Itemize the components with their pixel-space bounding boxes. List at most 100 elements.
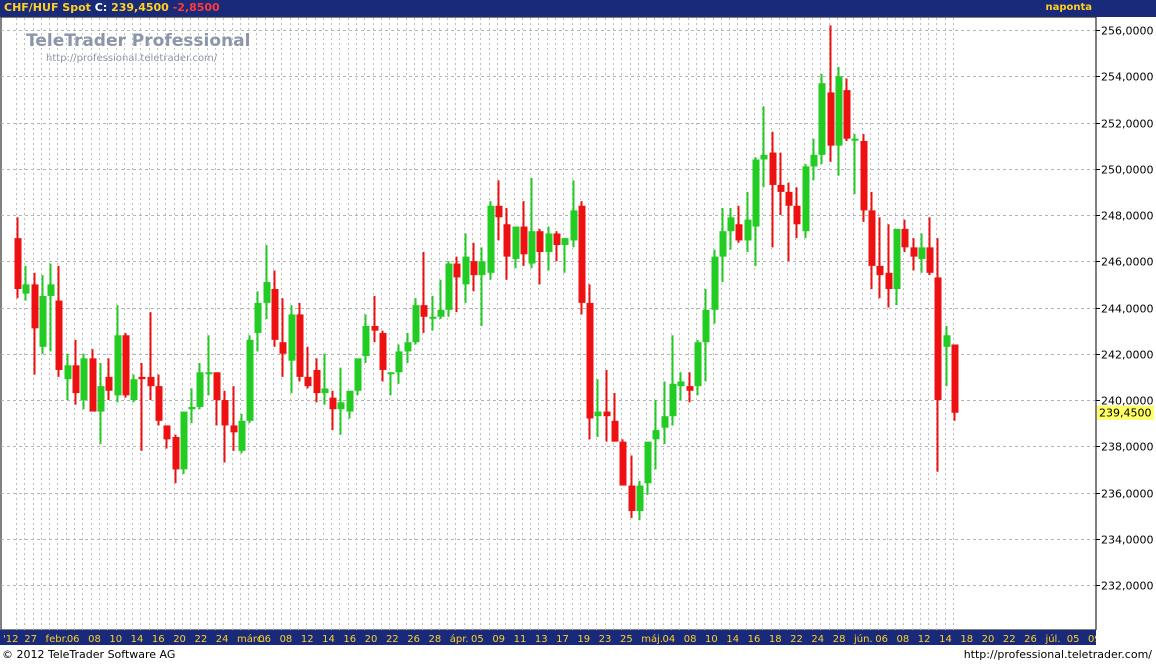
candle-body bbox=[478, 261, 486, 276]
x-tick-label: 09 bbox=[492, 634, 505, 645]
candle-body bbox=[885, 272, 893, 289]
x-tick-label: 08 bbox=[684, 634, 697, 645]
candle-body bbox=[652, 430, 660, 440]
candle-body bbox=[362, 326, 370, 357]
candle-body bbox=[520, 226, 528, 255]
x-tick-label: 06 bbox=[67, 634, 80, 645]
candle-body bbox=[64, 365, 72, 380]
candle-body bbox=[371, 326, 379, 331]
candle-body bbox=[279, 342, 287, 354]
y-tick-label: 244,0000 bbox=[1101, 303, 1154, 316]
period-label[interactable]: naponta bbox=[1045, 2, 1092, 13]
x-axis: '12 27 febr.06 08 10 14 16 20 22 24 márc.06 08 12 14 1… bbox=[3, 633, 1101, 645]
candle-body bbox=[686, 386, 694, 391]
x-tick-label: 12 bbox=[301, 634, 314, 645]
candle-body bbox=[876, 265, 884, 276]
y-tick-label: 256,0000 bbox=[1101, 25, 1154, 38]
candle-body bbox=[246, 339, 254, 421]
candle-body bbox=[321, 388, 329, 394]
x-tick-label: 14 bbox=[726, 634, 739, 645]
candle-body bbox=[918, 247, 926, 259]
y-tick-label: 246,0000 bbox=[1101, 256, 1154, 269]
candle-body bbox=[105, 376, 113, 391]
title-bar: CHF/HUF Spot C: 239,4500 -2,8500 naponta bbox=[0, 0, 1156, 17]
candle-body bbox=[495, 205, 503, 218]
candle-body bbox=[910, 247, 918, 257]
candle bbox=[445, 261, 453, 317]
candle-body bbox=[561, 238, 569, 246]
change-value: -2,8500 bbox=[172, 1, 220, 14]
candle-body bbox=[694, 342, 702, 387]
x-tick-label: 14 bbox=[322, 634, 335, 645]
candle-body bbox=[346, 390, 354, 412]
brand-name: TeleTrader Professional bbox=[26, 31, 251, 51]
candle-body bbox=[951, 344, 959, 413]
candle-body bbox=[661, 416, 669, 428]
candle-body bbox=[785, 191, 793, 206]
x-tick-label: 06 bbox=[875, 634, 888, 645]
candle-body bbox=[97, 386, 105, 412]
x-tick-label: 11 bbox=[514, 634, 527, 645]
candle-body bbox=[594, 411, 602, 417]
x-tick-label: '12 bbox=[3, 634, 18, 645]
candle bbox=[619, 439, 627, 486]
candle-body bbox=[512, 226, 520, 259]
candle-body bbox=[827, 92, 835, 146]
x-axis-bar: '12 27 febr. 06 08 10 14 16 20 22 24 márc. 06 08 12 14 1… bbox=[0, 630, 1101, 645]
x-tick-label: 27 bbox=[24, 634, 37, 645]
candle-body bbox=[379, 332, 387, 370]
candle-body bbox=[453, 263, 461, 278]
x-tick-label: jún. bbox=[853, 633, 873, 645]
candle-body bbox=[296, 314, 304, 377]
candle-body bbox=[644, 441, 652, 484]
candle-body bbox=[122, 335, 130, 396]
candle-body bbox=[901, 228, 909, 248]
x-tick-label: 14 bbox=[939, 634, 952, 645]
x-tick-label: 26 bbox=[1024, 634, 1037, 645]
candlestick-chart[interactable]: 256,0000 254,0000 252,0000 250,0000 248,0000… bbox=[0, 17, 1156, 630]
candle-body bbox=[528, 231, 536, 264]
x-tick-label: 20 bbox=[982, 634, 995, 645]
candle-body bbox=[387, 372, 395, 375]
candle-body bbox=[810, 154, 818, 167]
close-label: C: bbox=[94, 1, 108, 14]
candle bbox=[951, 344, 959, 421]
candle-body bbox=[114, 335, 122, 396]
y-tick-label: 236,0000 bbox=[1101, 488, 1154, 501]
instrument-name: CHF/HUF Spot bbox=[4, 1, 91, 14]
candle-body bbox=[570, 210, 578, 241]
x-tick-label: 19 bbox=[577, 634, 590, 645]
candle-body bbox=[578, 205, 586, 303]
x-tick-label: júl. bbox=[1044, 633, 1060, 645]
x-tick-label: 08 bbox=[280, 634, 293, 645]
x-tick-label: 06 bbox=[258, 634, 271, 645]
candle-body bbox=[180, 411, 188, 470]
candle-body bbox=[793, 205, 801, 225]
x-tick-label: ápr. bbox=[450, 633, 469, 645]
candle-body bbox=[412, 305, 420, 343]
x-tick-label: 28 bbox=[833, 634, 846, 645]
x-tick-label: 28 bbox=[428, 634, 441, 645]
candle bbox=[802, 164, 810, 239]
x-tick-label: 05 bbox=[471, 634, 484, 645]
footer: © 2012 TeleTrader Software AG http://pro… bbox=[0, 645, 1156, 664]
candle-body bbox=[205, 372, 213, 375]
last-price-label: 239,4500 bbox=[1099, 407, 1152, 420]
candle-body bbox=[769, 152, 777, 185]
candle-body bbox=[404, 342, 412, 352]
watermark: TeleTrader Professional http://professio… bbox=[20, 31, 250, 71]
candle-body bbox=[719, 231, 727, 257]
candle-body bbox=[429, 316, 437, 319]
candle-body bbox=[313, 369, 321, 394]
copyright-text: © 2012 TeleTrader Software AG bbox=[2, 648, 176, 661]
footer-url[interactable]: http://professional.teletrader.com/ bbox=[964, 648, 1152, 661]
candle-body bbox=[254, 302, 262, 333]
candle-body bbox=[80, 358, 88, 400]
candle bbox=[818, 73, 826, 165]
candle-body bbox=[835, 76, 843, 146]
candle-body bbox=[163, 425, 171, 440]
candle-body bbox=[395, 351, 403, 373]
candle-body bbox=[677, 381, 685, 387]
y-tick-label: 240,0000 bbox=[1101, 395, 1154, 408]
candle-body bbox=[536, 231, 544, 252]
